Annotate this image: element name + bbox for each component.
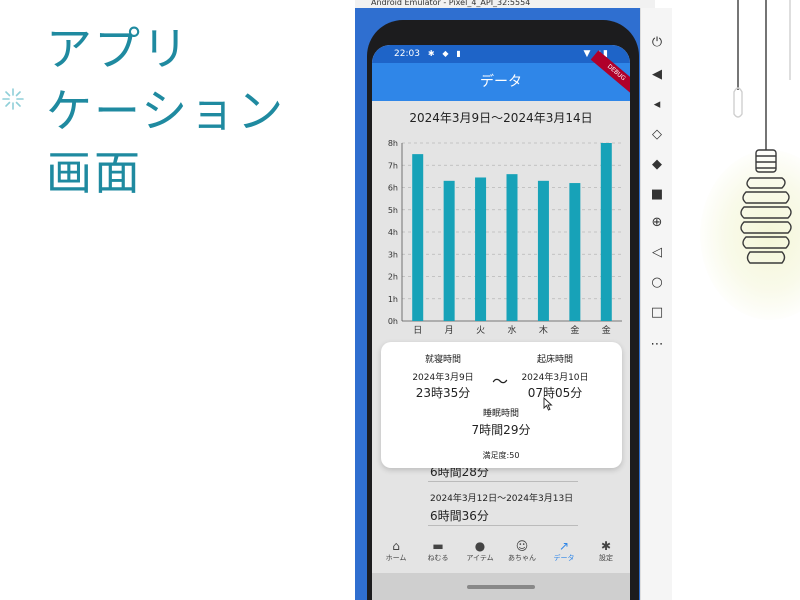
bedtime-date: 2024年3月9日: [412, 373, 474, 383]
back-icon[interactable]: ◁: [650, 246, 664, 260]
sleep-detail-card[interactable]: 就寝時間 2024年3月9日 23時35分 〜 起床時間 2024年3月10日 …: [381, 342, 622, 468]
x-tick-label: 金: [602, 324, 611, 336]
sleep-bar-chart: 0h 1h 2h 3h 4h 5h 6h 7h 8h 日 月 火 水 木 金 金: [388, 139, 622, 336]
emulator-title: Android Emulator - Pixel_4_API_32:5554: [355, 0, 655, 8]
slide-title-line-1: アプリ: [46, 22, 190, 76]
home-handle[interactable]: [467, 585, 535, 589]
phone-screen: 22:03 ✱ ◆ ▮ ▼ ◢ ▮ データ DEBUG 2024年3月9日〜20…: [372, 45, 630, 600]
nav-item-home[interactable]: ⌂ ホーム: [378, 539, 414, 563]
sleep-duration-value: 7時間29分: [471, 423, 531, 437]
slide-title-line-2: ケーション: [46, 84, 286, 138]
home-circle-icon[interactable]: ○: [650, 276, 664, 290]
home-icon: ⌂: [392, 539, 400, 553]
drop-icon: ●: [474, 539, 486, 553]
nav-item-data[interactable]: ↗ データ: [546, 539, 582, 563]
nav-item-sleep[interactable]: ▬ ねむる: [420, 539, 456, 563]
y-tick-label: 5h: [388, 206, 398, 215]
camera-icon[interactable]: ■: [650, 188, 664, 202]
x-tick-label: 火: [476, 325, 485, 336]
y-tick-label: 4h: [388, 228, 398, 237]
y-tick-label: 1h: [388, 295, 398, 304]
page-title: データ: [480, 74, 522, 90]
x-tick-label: 金: [570, 324, 579, 336]
y-tick-label: 6h: [388, 184, 398, 193]
nav-label: データ: [553, 554, 575, 562]
power-icon[interactable]: ⏻: [650, 36, 664, 50]
bar: [600, 143, 612, 321]
rotate-right-icon[interactable]: ◆: [650, 158, 664, 172]
bedtime-time: 23時35分: [415, 386, 471, 400]
x-tick-label: 日: [413, 325, 422, 336]
wake-time: 07時05分: [527, 386, 583, 400]
volume-up-icon[interactable]: ◀: [650, 68, 664, 82]
bar: [569, 183, 581, 321]
volume-down-icon[interactable]: ◂: [650, 98, 664, 112]
x-tick-label: 月: [445, 325, 454, 336]
bottom-navigation: ⌂ ホーム ▬ ねむる ● アイテム ☺ あちゃん ↗ データ ✱ 設定: [372, 535, 630, 571]
satisfaction-value: 満足度:50: [482, 451, 520, 460]
bedtime-label: 就寝時間: [424, 355, 461, 365]
list-item-2-range: 2024年3月12日〜2024年3月13日: [430, 494, 574, 504]
gear-icon: ✱: [600, 539, 612, 553]
shield-status-icon: ◆: [442, 49, 449, 58]
sleep-duration-label: 睡眠時間: [482, 409, 519, 419]
gesture-bar: [372, 573, 630, 600]
bed-icon: ▬: [432, 539, 444, 553]
bar: [443, 180, 455, 321]
list-item-2-value: 6時間36分: [430, 509, 489, 523]
wake-label: 起床時間: [536, 355, 573, 365]
status-time: 22:03: [394, 49, 420, 59]
bar: [506, 174, 518, 321]
slide-title: アプリ ケーション 画面: [46, 18, 285, 204]
settings-status-icon: ✱: [427, 49, 435, 58]
bar: [412, 154, 424, 321]
y-tick-label: 3h: [388, 250, 398, 259]
nav-label: 設定: [599, 554, 613, 562]
wake-date: 2024年3月10日: [521, 373, 589, 383]
nav-label: あちゃん: [508, 554, 536, 562]
slide-title-line-3: 画面: [46, 146, 142, 200]
bar: [475, 177, 487, 321]
date-range-title: 2024年3月9日〜2024年3月14日: [409, 111, 593, 125]
bar: [537, 180, 549, 321]
face-icon: ☺: [515, 539, 529, 553]
mouse-cursor-icon: [543, 397, 553, 411]
nav-label: ホーム: [385, 554, 407, 562]
y-tick-label: 0h: [388, 317, 398, 326]
list-divider: [428, 481, 578, 482]
x-tick-label: 水: [507, 324, 516, 336]
emulator-toolbar: ⏻ ◀ ◂ ◇ ◆ ■ ⊕ ◁ ○ □ ⋯: [640, 8, 672, 600]
list-divider: [428, 525, 578, 526]
wifi-icon: ▼: [583, 49, 591, 59]
nav-item-baby[interactable]: ☺ あちゃん: [504, 539, 540, 563]
nav-item-items[interactable]: ● アイテム: [462, 539, 498, 563]
y-tick-label: 2h: [388, 273, 398, 282]
app-bar: データ DEBUG: [372, 50, 630, 101]
sparkle-icon: [2, 88, 24, 110]
y-tick-label: 7h: [388, 161, 398, 170]
nav-item-settings[interactable]: ✱ 設定: [588, 539, 624, 563]
nav-label: アイテム: [466, 554, 494, 562]
x-tick-label: 木: [539, 324, 548, 336]
sim-status-icon: ▮: [456, 49, 461, 58]
more-icon[interactable]: ⋯: [650, 338, 664, 352]
rotate-left-icon[interactable]: ◇: [650, 128, 664, 142]
y-tick-label: 8h: [388, 139, 398, 148]
nav-label: ねむる: [427, 554, 449, 562]
zoom-icon[interactable]: ⊕: [650, 216, 664, 230]
trend-icon: ↗: [558, 539, 570, 553]
overview-icon[interactable]: □: [650, 306, 664, 320]
light-bulb-icon: [733, 0, 792, 264]
